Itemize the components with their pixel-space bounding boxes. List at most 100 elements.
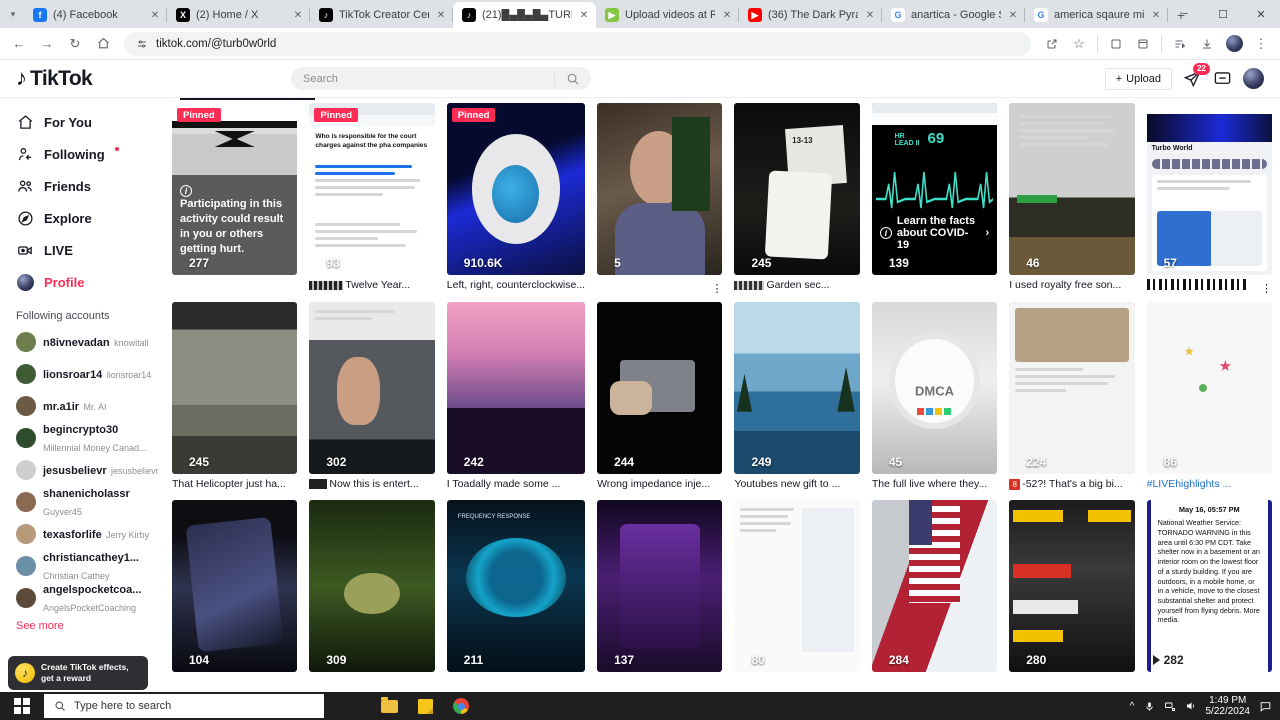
video-cell[interactable]: 280 <box>1009 500 1135 676</box>
reload-icon[interactable]: ↻ <box>62 31 88 57</box>
video-thumbnail[interactable]: 46 <box>1009 103 1135 275</box>
tab-search-caret-icon[interactable]: ▾ <box>2 0 24 28</box>
video-cell[interactable]: 249 Youtubes new gift to ... <box>734 301 860 492</box>
split-screen-icon[interactable] <box>1130 31 1156 57</box>
search-bar[interactable] <box>291 67 591 90</box>
sidebar-item-friends[interactable]: Friends <box>8 170 170 202</box>
close-window-button[interactable]: ✕ <box>1242 0 1280 28</box>
video-thumbnail[interactable]: 137 <box>597 500 723 673</box>
close-icon[interactable]: ✕ <box>578 10 590 21</box>
covid-info-overlay[interactable]: i Learn the facts about COVID-19 › <box>871 211 998 255</box>
site-settings-icon[interactable] <box>136 38 148 50</box>
upload-button[interactable]: + Upload <box>1104 67 1172 90</box>
video-thumbnail[interactable]: 224 <box>1009 301 1135 474</box>
sidebar-item-for-you[interactable]: For You <box>8 106 170 138</box>
video-thumbnail[interactable]: Turbo World 57 <box>1146 103 1272 275</box>
maximize-button[interactable]: ☐ <box>1204 0 1242 28</box>
following-account[interactable]: begincrypto30 Millennial Money Canad... <box>8 422 170 454</box>
video-thumbnail[interactable]: 80 <box>734 500 860 673</box>
video-cell[interactable]: Pinned 910.6K Left, right, counterclockw… <box>446 103 586 293</box>
video-cell[interactable]: 46 I used royalty free son... <box>1009 103 1135 293</box>
video-thumbnail[interactable]: 302 <box>309 301 435 474</box>
create-effects-promo[interactable]: ♪ Create TikTok effects, get a reward <box>8 656 148 690</box>
video-thumbnail[interactable]: 104 <box>172 500 298 673</box>
following-account[interactable]: christiancathey1... Christian Cathey <box>8 550 170 582</box>
video-cell[interactable]: 309 <box>309 500 435 676</box>
video-thumbnail[interactable]: Who is responsible for the court charges… <box>309 103 435 275</box>
video-thumbnail[interactable]: 242 <box>446 301 586 474</box>
avatar[interactable] <box>1243 68 1264 89</box>
video-cell[interactable]: i Participating in this activity could r… <box>172 103 298 293</box>
file-explorer-icon[interactable] <box>372 692 406 720</box>
video-thumbnail[interactable]: May 16, 05:57 PM National Weather Servic… <box>1146 500 1272 673</box>
video-thumbnail[interactable]: i Participating in this activity could r… <box>172 103 298 275</box>
video-cell[interactable]: FREQUENCY RESPONSE 211 <box>446 500 586 676</box>
video-thumbnail[interactable]: FREQUENCY RESPONSE 211 <box>446 500 586 673</box>
sidebar-item-explore[interactable]: Explore <box>8 202 170 234</box>
browser-tab[interactable]: G anartica - Google Search ✕ <box>882 2 1025 28</box>
video-thumbnail[interactable]: Pinned 910.6K <box>446 103 586 275</box>
video-thumbnail[interactable]: 86 <box>1146 301 1272 474</box>
video-cell[interactable]: 104 <box>172 500 298 676</box>
back-icon[interactable]: ← <box>6 31 32 57</box>
video-cell[interactable]: DMCA 45 The full live where they... <box>871 301 998 492</box>
kebab-menu-icon[interactable]: ⋮ <box>711 283 722 294</box>
video-thumbnail[interactable]: 284 <box>871 500 998 673</box>
following-account[interactable]: texasforlife Jerry Kirby <box>8 518 170 550</box>
taskbar-search[interactable]: Type here to search <box>44 694 324 718</box>
video-thumbnail[interactable]: 280 <box>1009 500 1135 673</box>
microphone-icon[interactable] <box>1144 701 1155 712</box>
tiktok-logo[interactable]: ♪ TikTok <box>16 66 236 91</box>
following-account[interactable]: angelspocketcoa... AngelsPocketCoaching <box>8 582 170 614</box>
share-icon[interactable] <box>1039 31 1065 57</box>
video-cell[interactable]: 137 <box>597 500 723 676</box>
see-more-link[interactable]: See more <box>8 614 170 638</box>
following-account[interactable]: lionsroar14 lionsroar14 <box>8 358 170 390</box>
downloads-icon[interactable] <box>1194 31 1220 57</box>
video-thumbnail[interactable]: 13-13 245 <box>734 103 860 275</box>
home-icon[interactable] <box>90 31 116 57</box>
browser-tab[interactable]: G america sqaure mileage - ✕ <box>1025 2 1168 28</box>
volume-icon[interactable] <box>1185 700 1197 712</box>
video-cell[interactable]: 284 <box>871 500 998 676</box>
address-bar[interactable]: tiktok.com/@turb0w0rld <box>124 31 1031 56</box>
search-icon[interactable] <box>555 72 591 86</box>
video-cell[interactable]: May 16, 05:57 PM National Weather Servic… <box>1146 500 1272 676</box>
close-icon[interactable]: ✕ <box>292 10 304 21</box>
inbox-send-icon[interactable]: 22 <box>1183 63 1210 88</box>
network-icon[interactable] <box>1164 700 1176 712</box>
close-icon[interactable]: ✕ <box>1150 10 1162 21</box>
video-thumbnail[interactable]: 309 <box>309 500 435 673</box>
kebab-menu-icon[interactable]: ⋮ <box>1261 283 1272 294</box>
notification-icon[interactable] <box>1259 700 1272 713</box>
video-cell[interactable]: 224 8 -52?! That's a big bi... <box>1009 301 1135 492</box>
video-thumbnail[interactable]: 5 <box>597 103 723 275</box>
browser-tab[interactable]: X (2) Home / X ✕ <box>167 2 310 28</box>
video-cell[interactable]: 242 I Toadally made some ... <box>446 301 586 492</box>
start-button[interactable] <box>0 698 44 714</box>
video-cell[interactable]: Turbo World 57 ⋮ <box>1146 103 1272 294</box>
video-thumbnail[interactable]: 245 <box>172 301 298 474</box>
video-thumbnail[interactable]: DMCA 45 <box>871 301 998 474</box>
video-thumbnail[interactable]: 244 <box>597 301 723 474</box>
following-account[interactable]: n8ivnevadan knowitall <box>8 326 170 358</box>
reading-list-icon[interactable] <box>1167 31 1193 57</box>
profile-avatar-icon[interactable] <box>1221 31 1247 57</box>
extension-icon[interactable] <box>1103 31 1129 57</box>
video-cell[interactable]: 244 Wrong impedance inje... <box>597 301 723 492</box>
close-icon[interactable]: ✕ <box>1007 10 1019 21</box>
following-account[interactable]: jesusbelievr jesusbelievr <box>8 454 170 486</box>
close-icon[interactable]: ✕ <box>435 10 447 21</box>
video-cell[interactable]: 302 Now this is entert... <box>309 301 435 492</box>
video-cell[interactable]: 245 That Helicopter just ha... <box>172 301 298 492</box>
close-icon[interactable]: ✕ <box>864 10 876 21</box>
video-cell[interactable]: HR LEAD II 69 i Learn the facts about COV… <box>871 103 998 293</box>
following-account[interactable]: shanenicholassr Guyver45 <box>8 486 170 518</box>
browser-tab[interactable]: ▶ (36) The Dark Pyramid of ✕ <box>739 2 882 28</box>
sidebar-item-profile[interactable]: Profile <box>8 266 170 298</box>
sidebar-item-following[interactable]: Following <box>8 138 170 170</box>
forward-icon[interactable]: → <box>34 31 60 57</box>
browser-tab[interactable]: ♪ TikTok Creator Center ✕ <box>310 2 453 28</box>
browser-tab[interactable]: ▶ Upload videos at Rumble ✕ <box>596 2 739 28</box>
video-thumbnail[interactable]: 249 <box>734 301 860 474</box>
